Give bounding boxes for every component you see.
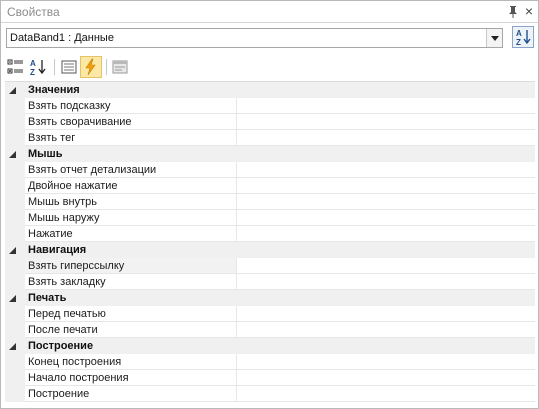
property-grid: Значения Взять подсказку Взять сворачива… (5, 81, 535, 403)
property-value-cell[interactable] (237, 162, 535, 178)
events-lightning-icon[interactable] (80, 56, 102, 78)
property-row[interactable]: Конец построения (5, 354, 535, 370)
property-value-cell[interactable] (237, 274, 535, 290)
property-value-cell[interactable] (237, 210, 535, 226)
property-row[interactable]: Нажатие (5, 226, 535, 242)
property-row[interactable]: Взять сворачивание (5, 114, 535, 130)
property-value-cell[interactable] (237, 226, 535, 242)
category-row[interactable]: Значения (5, 82, 535, 98)
categorized-icon[interactable] (5, 56, 27, 78)
property-pages-icon[interactable] (109, 56, 131, 78)
properties-icon[interactable] (58, 56, 80, 78)
property-row[interactable]: Взять тег (5, 130, 535, 146)
svg-text:A: A (516, 29, 522, 38)
category-row[interactable]: Построение (5, 338, 535, 354)
property-row[interactable]: Мышь внутрь (5, 194, 535, 210)
object-selector-value: DataBand1 : Данные (10, 32, 114, 44)
property-row[interactable]: Взять отчет детализации (5, 162, 535, 178)
alphabetical-sort-icon[interactable]: A Z (27, 56, 49, 78)
svg-text:Z: Z (516, 38, 521, 47)
collapse-icon[interactable] (8, 342, 17, 351)
property-row[interactable]: Взять гиперссылку (5, 258, 535, 274)
panel-title: Свойства (7, 5, 60, 19)
toolbar-separator (106, 59, 107, 75)
sort-az-button[interactable]: A Z (512, 26, 534, 48)
collapse-icon[interactable] (8, 150, 17, 159)
category-row[interactable]: Мышь (5, 146, 535, 162)
property-value-cell[interactable] (237, 354, 535, 370)
property-row[interactable]: Взять подсказку (5, 98, 535, 114)
property-row[interactable]: Начало построения (5, 370, 535, 386)
property-value-cell[interactable] (237, 258, 535, 274)
property-row[interactable]: Построение (5, 386, 535, 402)
sort-az-icon: A Z (516, 29, 531, 47)
svg-text:A: A (30, 59, 36, 68)
property-value-cell[interactable] (237, 194, 535, 210)
property-value-cell[interactable] (237, 114, 535, 130)
pin-icon[interactable] (505, 3, 521, 19)
toolbar-separator (54, 59, 55, 75)
property-row[interactable]: После печати (5, 322, 535, 338)
property-value-cell[interactable] (237, 322, 535, 338)
properties-toolbar: A Z (5, 55, 535, 79)
close-icon[interactable]: × (521, 3, 537, 19)
category-row[interactable]: Навигация (5, 242, 535, 258)
property-row[interactable]: Взять закладку (5, 274, 535, 290)
property-row[interactable]: Двойное нажатие (5, 178, 535, 194)
property-value-cell[interactable] (237, 386, 535, 402)
panel-titlebar: Свойства × (1, 1, 538, 23)
property-value-cell[interactable] (237, 98, 535, 114)
property-row[interactable]: Перед печатью (5, 306, 535, 322)
property-value-cell[interactable] (237, 178, 535, 194)
property-value-cell[interactable] (237, 130, 535, 146)
chevron-down-icon[interactable] (486, 29, 502, 47)
property-value-cell[interactable] (237, 306, 535, 322)
property-row[interactable]: Мышь наружу (5, 210, 535, 226)
collapse-icon[interactable] (8, 246, 17, 255)
collapse-icon[interactable] (8, 294, 17, 303)
svg-text:Z: Z (30, 68, 35, 77)
property-value-cell[interactable] (237, 370, 535, 386)
collapse-icon[interactable] (8, 86, 17, 95)
properties-panel: Свойства × DataBand1 : Данные A Z A Z Зн… (0, 0, 539, 409)
category-row[interactable]: Печать (5, 290, 535, 306)
object-selector[interactable]: DataBand1 : Данные (6, 28, 503, 48)
